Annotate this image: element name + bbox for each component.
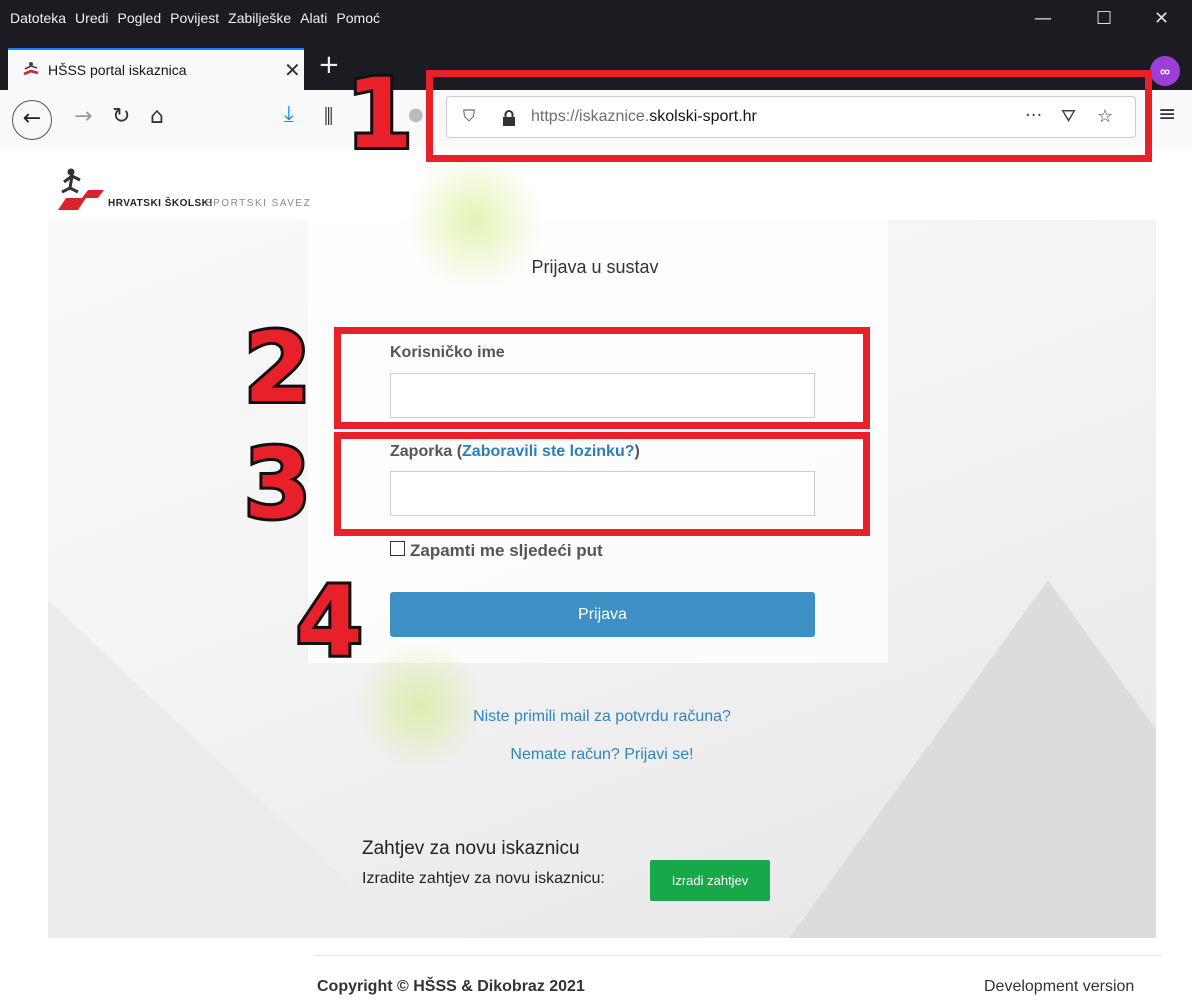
annotation-number-3: 3 — [241, 428, 314, 540]
annotation-box-1 — [426, 70, 1152, 162]
new-tab-icon[interactable]: + — [318, 50, 340, 80]
register-link[interactable]: Nemate račun? Prijavi se! — [302, 746, 902, 764]
back-arrow-icon[interactable]: ← — [12, 100, 52, 140]
login-button[interactable]: Prijava — [390, 592, 815, 637]
private-browsing-icon: ∞ — [1150, 56, 1180, 86]
menu-item-3[interactable]: Povijest — [170, 10, 219, 26]
site-favicon-icon — [23, 62, 39, 76]
minimize-icon[interactable]: — — [1034, 8, 1052, 29]
home-icon[interactable]: ⌂ — [150, 104, 164, 129]
download-icon[interactable]: ⤓ — [284, 102, 294, 127]
copyright-text: Copyright © HŠSS & Dikobraz 2021 — [317, 978, 585, 995]
menu-items: Datoteka Uredi Pogled Povijest Zabilješke Ala… — [10, 10, 380, 26]
logo-runner-icon — [58, 168, 104, 210]
request-section-title: Zahtjev za novu iskaznicu — [362, 838, 580, 859]
menu-item-2[interactable]: Pogled — [118, 10, 162, 26]
annotation-box-2 — [334, 327, 870, 429]
hamburger-menu-icon[interactable]: ≡ — [1158, 102, 1176, 127]
request-section-text: Izradite zahtjev za novu iskaznicu: — [362, 870, 605, 887]
tab-hsss-portal[interactable]: HŠSS portal iskaznica ✕ — [8, 48, 304, 90]
reload-icon[interactable]: ↻ — [112, 104, 130, 129]
logo-text-bold: HRVATSKI ŠKOLSKI — [108, 198, 213, 209]
close-tab-icon[interactable]: ✕ — [284, 58, 301, 82]
screen: Datoteka Uredi Pogled Povijest Zabilješke Ala… — [0, 0, 1192, 1001]
menu-item-6[interactable]: Pomoć — [336, 10, 380, 26]
remember-me-checkbox[interactable] — [390, 541, 405, 556]
annotation-number-1: 1 — [343, 58, 416, 170]
maximize-icon[interactable]: ☐ — [1096, 8, 1112, 29]
hsss-logo[interactable]: HRVATSKI ŠKOLSKI SPORTSKI SAVEZ — [58, 166, 318, 216]
footer-divider — [316, 955, 1162, 956]
menu-item-4[interactable]: Zabilješke — [228, 10, 291, 26]
resend-confirmation-link[interactable]: Niste primili mail za potvrdu računa? — [302, 708, 902, 726]
tab-title: HŠSS portal iskaznica — [48, 62, 187, 78]
annotation-box-3 — [334, 432, 870, 536]
menu-item-5[interactable]: Alati — [300, 10, 327, 26]
menu-bar: Datoteka Uredi Pogled Povijest Zabilješke Ala… — [0, 0, 1192, 38]
version-text: Development version — [984, 978, 1135, 995]
close-window-icon[interactable]: ✕ — [1154, 8, 1169, 29]
menu-item-0[interactable]: Datoteka — [10, 10, 66, 26]
create-request-button[interactable]: Izradi zahtjev — [650, 860, 770, 901]
logo-text-light: SPORTSKI SAVEZ — [205, 198, 312, 209]
annotation-number-2: 2 — [241, 312, 314, 424]
forward-arrow-icon[interactable]: → — [74, 104, 92, 129]
menu-item-1[interactable]: Uredi — [75, 10, 108, 26]
library-icon[interactable]: ⫼ — [324, 104, 333, 128]
annotation-number-4: 4 — [293, 566, 366, 678]
page-title: Prijava u sustav — [531, 257, 659, 277]
remember-me-label[interactable]: Zapamti me sljedeći put — [410, 541, 603, 561]
